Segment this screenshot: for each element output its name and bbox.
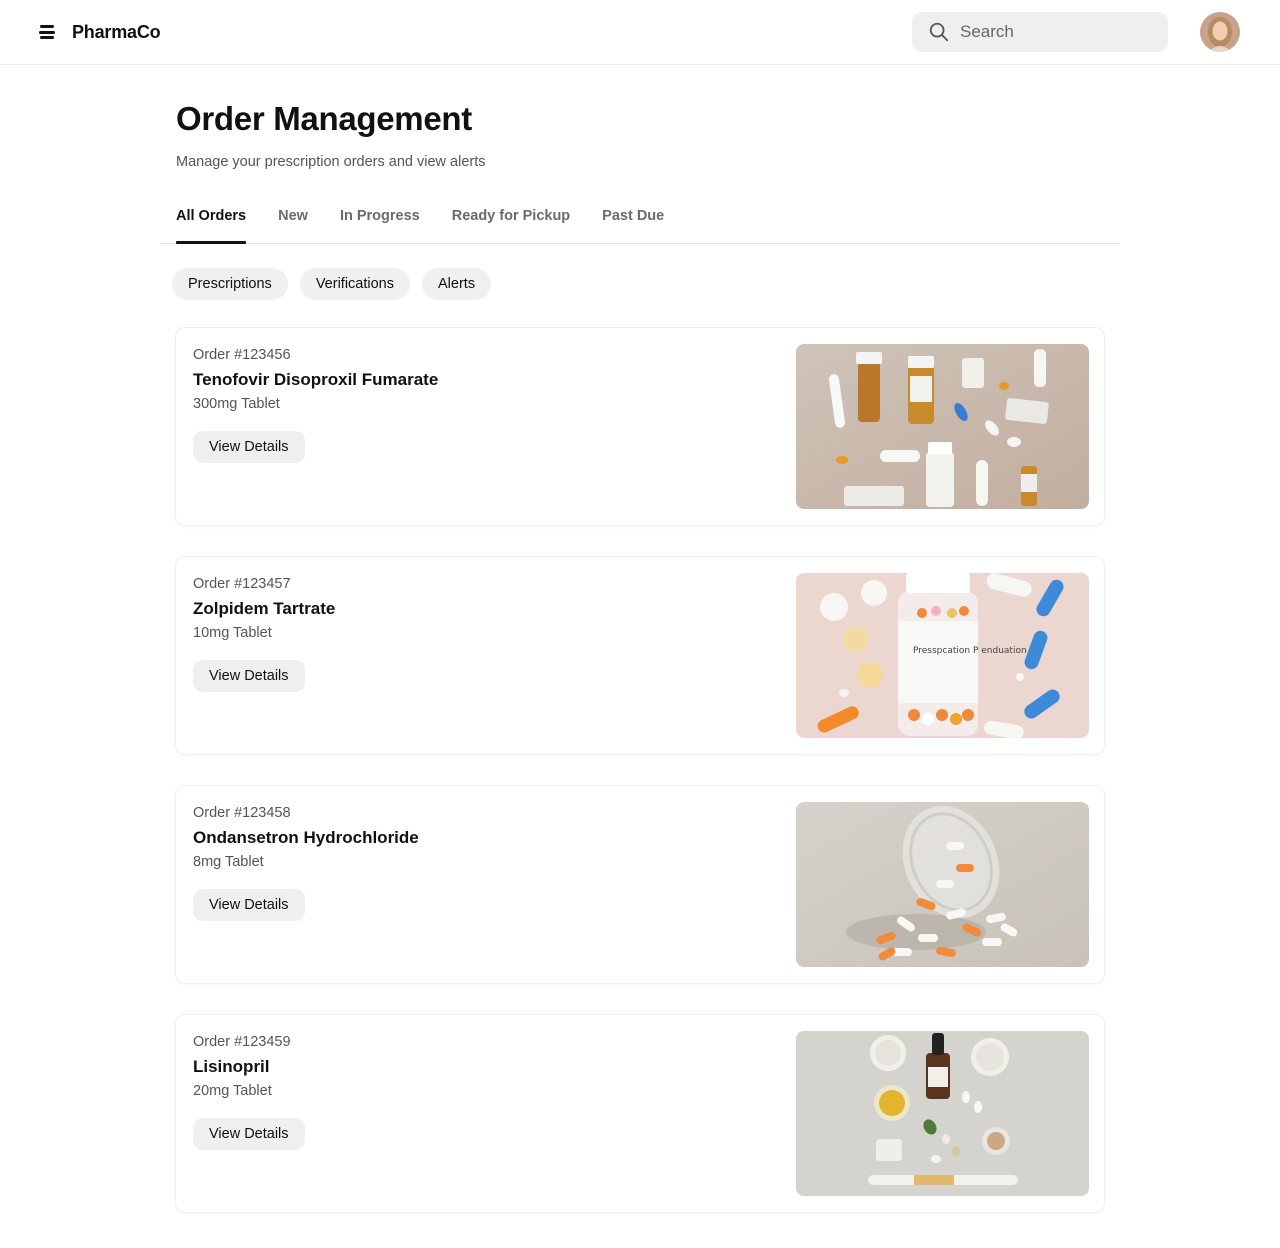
order-status-tabs: All Orders New In Progress Ready for Pic… <box>160 196 1120 244</box>
search-box[interactable] <box>912 12 1168 52</box>
medication-name: Zolpidem Tartrate <box>193 599 336 618</box>
view-details-button[interactable]: View Details <box>193 431 305 463</box>
medication-photo: Presspcation P enduation <box>796 573 1089 738</box>
order-card: Order #123457 Zolpidem Tartrate 10mg Tab… <box>175 556 1105 755</box>
brand-name: PharmaCo <box>72 21 161 42</box>
search-input[interactable] <box>960 22 1140 42</box>
order-number: Order #123456 <box>193 347 291 363</box>
tab-all-orders[interactable]: All Orders <box>176 196 247 244</box>
order-number: Order #123459 <box>193 1034 291 1050</box>
order-number: Order #123457 <box>193 576 291 592</box>
top-navigation-bar: PharmaCo <box>0 0 1280 65</box>
tab-in-progress[interactable]: In Progress <box>340 196 420 243</box>
user-avatar[interactable] <box>1200 12 1240 52</box>
tab-past-due[interactable]: Past Due <box>602 196 664 243</box>
tab-new[interactable]: New <box>278 196 308 243</box>
chip-verifications[interactable]: Verifications <box>299 268 410 300</box>
view-details-button[interactable]: View Details <box>193 889 305 921</box>
search-icon <box>929 22 949 42</box>
chip-prescriptions[interactable]: Prescriptions <box>172 268 288 300</box>
medication-dose: 10mg Tablet <box>193 625 272 641</box>
view-details-button[interactable]: View Details <box>193 1118 305 1150</box>
medication-dose: 300mg Tablet <box>193 396 280 412</box>
page-title: Order Management <box>176 100 472 137</box>
filter-chips: Prescriptions Verifications Alerts <box>172 268 492 300</box>
medication-photo <box>796 802 1089 967</box>
chip-alerts[interactable]: Alerts <box>422 268 492 300</box>
medication-name: Lisinopril <box>193 1057 270 1076</box>
pill-stack-logo-icon <box>39 25 55 39</box>
bottle-label-text: Presspcation P enduation <box>913 646 1027 656</box>
order-card: Order #123458 Ondansetron Hydrochloride … <box>175 785 1105 984</box>
medication-photo <box>796 344 1089 509</box>
order-card: Order #123459 Lisinopril 20mg Tablet Vie… <box>175 1014 1105 1213</box>
order-number: Order #123458 <box>193 805 291 821</box>
medication-name: Ondansetron Hydrochloride <box>193 828 419 847</box>
medication-dose: 20mg Tablet <box>193 1083 272 1099</box>
medication-name: Tenofovir Disoproxil Fumarate <box>193 370 439 389</box>
orders-list: Order #123456 Tenofovir Disoproxil Fumar… <box>175 327 1105 1243</box>
medication-dose: 8mg Tablet <box>193 854 264 870</box>
tab-ready-for-pickup[interactable]: Ready for Pickup <box>452 196 570 243</box>
brand[interactable]: PharmaCo <box>39 21 161 43</box>
view-details-button[interactable]: View Details <box>193 660 305 692</box>
medication-photo <box>796 1031 1089 1196</box>
order-card: Order #123456 Tenofovir Disoproxil Fumar… <box>175 327 1105 526</box>
page-subtitle: Manage your prescription orders and view… <box>176 154 486 170</box>
